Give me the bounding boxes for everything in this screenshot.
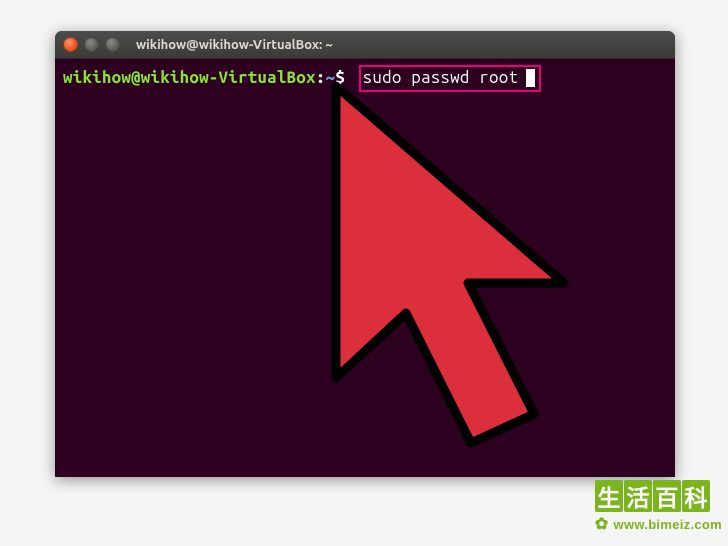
flower-icon: ✿ [595, 514, 609, 534]
prompt-separator: : [316, 68, 326, 87]
close-button[interactable] [63, 37, 78, 52]
prompt-symbol: $ [335, 68, 345, 87]
window-title: wikihow@wikihow-VirtualBox: ~ [136, 38, 333, 52]
watermark-char: 活 [624, 480, 652, 512]
watermark-chars: 生 活 百 科 [595, 480, 722, 512]
watermark: 生 活 百 科 ✿ www.bimeiz.com [595, 480, 722, 534]
terminal-body[interactable]: wikihow@wikihow-VirtualBox:~$ sudo passw… [55, 59, 675, 98]
text-cursor [526, 69, 535, 87]
watermark-char: 科 [682, 480, 710, 512]
terminal-window: wikihow@wikihow-VirtualBox: ~ wikihow@wi… [55, 31, 675, 477]
watermark-url-row: ✿ www.bimeiz.com [595, 514, 722, 534]
command-highlight-box: sudo passwd root [359, 65, 541, 92]
window-titlebar[interactable]: wikihow@wikihow-VirtualBox: ~ [55, 31, 675, 59]
prompt-path: ~ [325, 68, 335, 87]
command-text: sudo passwd root [363, 68, 519, 87]
maximize-button[interactable] [105, 37, 120, 52]
watermark-char: 生 [595, 480, 623, 512]
minimize-button[interactable] [84, 37, 99, 52]
prompt-user-host: wikihow@wikihow-VirtualBox [63, 68, 316, 87]
watermark-url: www.bimeiz.com [614, 517, 722, 532]
watermark-char: 百 [653, 480, 681, 512]
